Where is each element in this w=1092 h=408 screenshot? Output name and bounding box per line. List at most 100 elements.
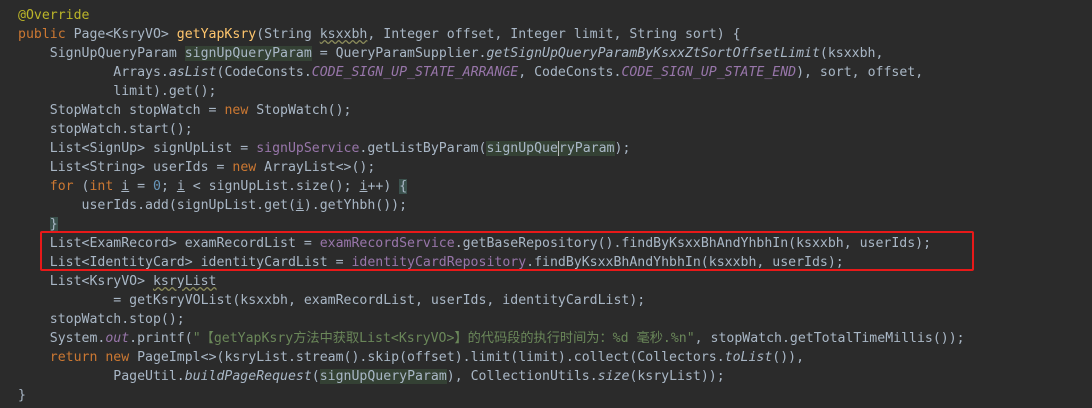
code-token: Page<KsryVO>	[73, 27, 177, 42]
code-line-7[interactable]: stopWatch.start();	[0, 120, 1092, 139]
code-token: out	[105, 331, 130, 346]
code-line-1[interactable]: @Override	[0, 6, 1092, 25]
code-text: System.out.printf("【getYapKsry方法中获取List<…	[18, 329, 965, 348]
code-token: .getListByParam(	[359, 141, 487, 156]
code-token: , stopWatch.getTotalTimeMillis());	[694, 331, 965, 346]
code-token: PageImpl<>(ksryList.stream().skip(offset…	[137, 350, 725, 365]
code-text: return new PageImpl<>(ksryList.stream().…	[18, 348, 804, 367]
code-text: }	[18, 386, 26, 405]
code-text: SignUpQueryParam signUpQueryParam = Quer…	[18, 44, 883, 63]
code-token: int	[89, 179, 122, 194]
code-token: buildPageRequest	[184, 369, 312, 384]
code-token: CODE_SIGN_UP_STATE_ARRANGE	[311, 65, 519, 80]
code-token: ), CollectionUtils.	[446, 369, 598, 384]
code-token: asList	[168, 65, 217, 80]
code-token: toList	[724, 350, 773, 365]
code-line-9[interactable]: List<String> userIds = new ArrayList<>()…	[0, 158, 1092, 177]
code-token: ).getYhbh());	[303, 198, 408, 213]
code-token: = QueryParamSupplier.	[311, 46, 487, 61]
code-text: stopWatch.stop();	[18, 310, 185, 329]
code-token: (CodeConsts.	[216, 65, 312, 80]
code-token: i	[176, 179, 185, 194]
code-token: stopWatch.start();	[18, 122, 193, 137]
code-token: SignUpQueryParam	[18, 46, 185, 61]
code-token: (ksryList));	[629, 369, 725, 384]
code-token: userIds.add(signUpList.get(	[18, 198, 296, 213]
code-token: List<SignUp> signUpList =	[18, 141, 257, 156]
code-token: for	[49, 179, 82, 194]
code-token: .printf(	[129, 331, 193, 346]
code-token: new	[224, 103, 257, 118]
code-token: getSignUpQueryParamByKsxxZtSortOffsetLim…	[486, 46, 820, 61]
code-token: i	[121, 179, 130, 194]
code-token: ksxxbh	[319, 27, 368, 42]
code-token: signUpQueryParam	[319, 369, 447, 384]
code-token: StopWatch();	[256, 103, 352, 118]
code-token: = getKsryVOList(ksxxbh, examRecordList, …	[18, 293, 646, 308]
code-token: Arrays.	[18, 65, 169, 80]
code-text: List<KsryVO> ksryList	[18, 272, 217, 291]
code-token: stopWatch.stop();	[18, 312, 185, 327]
code-token: , CodeConsts.	[518, 65, 622, 80]
code-token: , Integer offset, Integer limit, String …	[367, 27, 741, 42]
code-line-10[interactable]: for (int i = 0; i < signUpList.size(); i…	[0, 177, 1092, 196]
red-highlight-box	[40, 231, 974, 271]
code-token: signUpQue	[486, 141, 558, 156]
code-line-4[interactable]: Arrays.asList(CodeConsts.CODE_SIGN_UP_ST…	[0, 63, 1092, 82]
code-line-17[interactable]: stopWatch.stop();	[0, 310, 1092, 329]
code-token: public	[18, 27, 74, 42]
code-token: size	[597, 369, 630, 384]
code-token: );	[614, 141, 631, 156]
code-line-3[interactable]: SignUpQueryParam signUpQueryParam = Quer…	[0, 44, 1092, 63]
code-token: (ksxxbh,	[819, 46, 884, 61]
code-token: 0	[153, 179, 161, 194]
code-token: List<KsryVO>	[18, 274, 153, 289]
code-text: stopWatch.start();	[18, 120, 193, 139]
code-line-18[interactable]: System.out.printf("【getYapKsry方法中获取List<…	[0, 329, 1092, 348]
code-token: ;	[160, 179, 177, 194]
code-line-5[interactable]: limit).get();	[0, 82, 1092, 101]
code-line-11[interactable]: userIds.add(signUpList.get(i).getYhbh())…	[0, 196, 1092, 215]
code-token: new	[232, 160, 265, 175]
code-token: ), sort, offset,	[796, 65, 924, 80]
code-token: @Override	[18, 8, 90, 23]
code-text: List<SignUp> signUpList = signUpService.…	[18, 139, 630, 158]
code-line-15[interactable]: List<KsryVO> ksryList	[0, 272, 1092, 291]
code-line-16[interactable]: = getKsryVOList(ksxxbh, examRecordList, …	[0, 291, 1092, 310]
code-text: limit).get();	[18, 82, 217, 101]
code-line-21[interactable]: }	[0, 386, 1092, 405]
code-token: PageUtil.	[18, 369, 185, 384]
code-token: ++)	[367, 179, 400, 194]
code-token: signUpService	[256, 141, 360, 156]
code-token: }	[49, 217, 58, 232]
code-token: i	[295, 198, 304, 213]
code-text: userIds.add(signUpList.get(i).getYhbh())…	[18, 196, 408, 215]
code-token: ()),	[772, 350, 805, 365]
code-text: @Override	[18, 6, 89, 25]
code-line-8[interactable]: List<SignUp> signUpList = signUpService.…	[0, 139, 1092, 158]
code-text: = getKsryVOList(ksxxbh, examRecordList, …	[18, 291, 645, 310]
code-line-2[interactable]: public Page<KsryVO> getYapKsry(String ks…	[0, 25, 1092, 44]
code-token: signUpQueryParam	[184, 46, 312, 61]
code-token: CODE_SIGN_UP_STATE_END	[621, 65, 797, 80]
code-token: < signUpList.size();	[184, 179, 360, 194]
code-line-6[interactable]: StopWatch stopWatch = new StopWatch();	[0, 101, 1092, 120]
code-token: (String	[256, 27, 320, 42]
code-text: Arrays.asList(CodeConsts.CODE_SIGN_UP_ST…	[18, 63, 923, 82]
code-token: return new	[49, 350, 138, 365]
code-token: System.	[18, 331, 106, 346]
code-text: List<String> userIds = new ArrayList<>()…	[18, 158, 376, 177]
code-text: for (int i = 0; i < signUpList.size(); i…	[18, 177, 408, 196]
code-token: limit).get();	[18, 84, 217, 99]
code-token: ryParam	[558, 141, 615, 156]
code-line-20[interactable]: PageUtil.buildPageRequest(signUpQueryPar…	[0, 367, 1092, 386]
code-line-19[interactable]: return new PageImpl<>(ksryList.stream().…	[0, 348, 1092, 367]
code-text: StopWatch stopWatch = new StopWatch();	[18, 101, 352, 120]
code-editor[interactable]: @Override public Page<KsryVO> getYapKsry(…	[0, 0, 1092, 408]
code-text: public Page<KsryVO> getYapKsry(String ks…	[18, 25, 741, 44]
code-token: {	[399, 179, 408, 194]
code-token: }	[18, 388, 26, 403]
